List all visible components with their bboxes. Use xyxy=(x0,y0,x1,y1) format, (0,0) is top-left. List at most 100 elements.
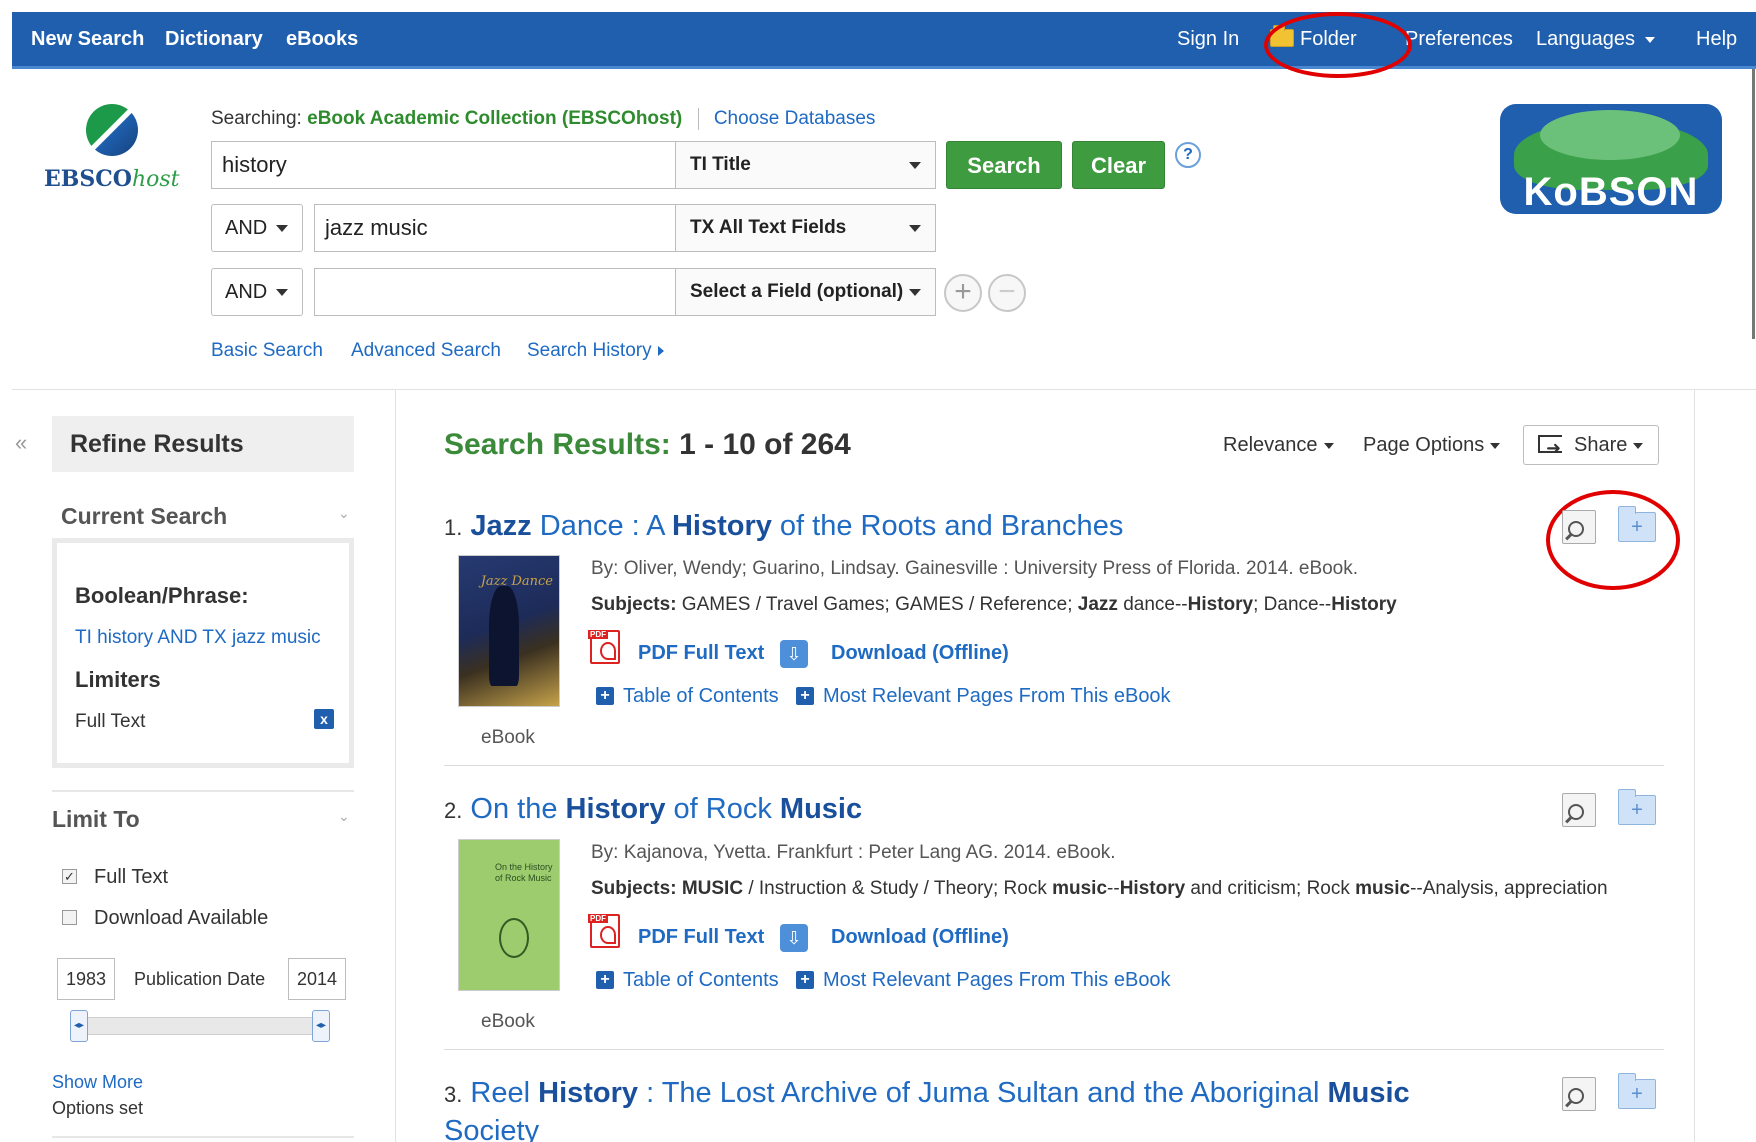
add-to-folder-icon[interactable]: + xyxy=(1618,506,1656,542)
expand-icon[interactable]: + xyxy=(596,687,614,705)
search-input-1[interactable]: history xyxy=(211,141,676,189)
field-select-3[interactable]: Select a Field (optional) xyxy=(675,268,936,316)
result-number: 3. xyxy=(444,1082,463,1107)
cover-figure xyxy=(499,918,529,958)
result-2-byline: By: Kajanova, Yvetta. Frankfurt : Peter … xyxy=(591,842,1116,863)
preview-icon[interactable] xyxy=(1562,510,1596,544)
chevron-down-icon xyxy=(1490,442,1501,449)
download-available-checkbox[interactable] xyxy=(62,910,77,925)
field-select-1-value: TI Title xyxy=(690,154,751,175)
help-icon[interactable]: ? xyxy=(1175,142,1201,168)
boolean-select-3-value: AND xyxy=(225,281,268,303)
result-divider xyxy=(444,1049,1664,1050)
field-select-2[interactable]: TX All Text Fields xyxy=(675,204,936,252)
remove-row-button[interactable]: − xyxy=(988,274,1026,312)
boolean-select-2-value: AND xyxy=(225,217,268,239)
result-2-relevant-pages-link[interactable]: Most Relevant Pages From This eBook xyxy=(823,969,1171,992)
search-button[interactable]: Search xyxy=(946,141,1062,189)
result-2-title[interactable]: 2. On the History of Rock Music xyxy=(444,791,862,829)
result-2-download-link[interactable]: Download (Offline) xyxy=(831,926,1009,949)
date-slider-track[interactable] xyxy=(72,1017,324,1035)
expand-icon[interactable]: + xyxy=(796,687,814,705)
title-text: Society xyxy=(444,1115,540,1142)
current-search-title[interactable]: Current Search xyxy=(61,503,227,530)
download-icon[interactable]: ⇩ xyxy=(780,924,808,952)
annotation-circle-folder xyxy=(1264,12,1412,78)
preview-icon[interactable] xyxy=(1562,1077,1596,1111)
result-1-title[interactable]: 1. Jazz Dance : A History of the Roots a… xyxy=(444,508,1123,546)
preferences-link[interactable]: Preferences xyxy=(1405,12,1513,66)
help-link[interactable]: Help xyxy=(1696,12,1737,66)
header-divider xyxy=(12,389,1756,390)
date-slider-handle-start[interactable]: ◂▸ xyxy=(70,1010,88,1042)
title-highlight: History xyxy=(538,1077,639,1109)
dictionary-link[interactable]: Dictionary xyxy=(165,12,263,66)
sign-in-link[interactable]: Sign In xyxy=(1177,12,1239,66)
search-history-label: Search History xyxy=(527,340,652,361)
result-divider xyxy=(444,765,1664,766)
new-search-link[interactable]: New Search xyxy=(31,12,144,66)
add-row-button[interactable]: + xyxy=(944,274,982,312)
result-1-download-link[interactable]: Download (Offline) xyxy=(831,642,1009,665)
download-icon[interactable]: ⇩ xyxy=(780,640,808,668)
subject-text: GAMES / Travel Games; GAMES / Reference; xyxy=(676,594,1078,615)
ebscohost-logo[interactable]: EBSCOhost xyxy=(44,104,184,204)
share-menu[interactable]: Share xyxy=(1523,425,1659,467)
database-name: eBook Academic Collection (EBSCOhost) xyxy=(307,108,683,130)
pdf-icon[interactable] xyxy=(588,630,620,664)
chevron-down-icon xyxy=(1644,36,1655,43)
full-text-checkbox[interactable]: ✓ xyxy=(62,869,77,884)
add-to-folder-icon[interactable]: + xyxy=(1618,789,1656,825)
advanced-search-link[interactable]: Advanced Search xyxy=(351,340,501,362)
title-highlight: Music xyxy=(1327,1077,1410,1109)
share-label: Share xyxy=(1574,434,1628,456)
chevron-down-icon xyxy=(1633,442,1644,449)
relevance-sort-menu[interactable]: Relevance xyxy=(1223,434,1334,457)
searching-label: Searching: xyxy=(211,108,302,130)
boolean-select-2[interactable]: AND xyxy=(211,204,303,252)
search-history-link[interactable]: Search History xyxy=(527,340,664,362)
languages-menu[interactable]: Languages xyxy=(1536,12,1655,66)
result-1-toc-link[interactable]: Table of Contents xyxy=(623,685,779,708)
result-2-pdf-link[interactable]: PDF Full Text xyxy=(638,926,764,949)
results-header: Search Results: 1 - 10 of 264 xyxy=(444,428,851,462)
chevron-down-icon[interactable]: ⌄ xyxy=(338,505,350,522)
current-query-link[interactable]: TI history AND TX jazz music xyxy=(75,627,321,649)
basic-search-link[interactable]: Basic Search xyxy=(211,340,323,362)
preview-icon[interactable] xyxy=(1562,793,1596,827)
search-input-2[interactable]: jazz music xyxy=(314,204,676,252)
show-more-link[interactable]: Show More xyxy=(52,1072,143,1093)
search-input-3[interactable] xyxy=(314,268,676,316)
choose-databases-link[interactable]: Choose Databases xyxy=(714,108,876,129)
pdf-icon[interactable] xyxy=(588,914,620,948)
ebooks-link[interactable]: eBooks xyxy=(286,12,358,66)
result-1-cover[interactable]: Jazz Dance xyxy=(458,555,560,707)
limit-to-title[interactable]: Limit To xyxy=(52,806,140,833)
limiters-label: Limiters xyxy=(75,667,161,692)
chevron-right-icon xyxy=(657,345,664,356)
subjects-label: Subjects: xyxy=(591,594,677,615)
title-text: : The Lost Archive of Juma Sultan and th… xyxy=(638,1077,1328,1109)
date-from-input[interactable]: 1983 xyxy=(57,958,115,1000)
date-slider-handle-end[interactable]: ◂▸ xyxy=(312,1010,330,1042)
date-to-input[interactable]: 2014 xyxy=(288,958,346,1000)
boolean-select-3[interactable]: AND xyxy=(211,268,303,316)
result-1-relevant-pages-link[interactable]: Most Relevant Pages From This eBook xyxy=(823,685,1171,708)
result-2-cover[interactable]: On the History of Rock Music xyxy=(458,839,560,991)
page-options-menu[interactable]: Page Options xyxy=(1363,434,1501,457)
title-highlight: Music xyxy=(779,793,863,825)
remove-limiter-icon[interactable]: x xyxy=(314,709,334,729)
full-text-label: Full Text xyxy=(94,866,169,888)
result-2-type: eBook xyxy=(481,1011,535,1032)
result-3-title[interactable]: 3. Reel History : The Lost Archive of Ju… xyxy=(444,1075,1410,1142)
field-select-1[interactable]: TI Title xyxy=(675,141,936,189)
result-1-pdf-link[interactable]: PDF Full Text xyxy=(638,642,764,665)
logo-main: EBSCO xyxy=(44,166,132,192)
expand-icon[interactable]: + xyxy=(596,971,614,989)
clear-button[interactable]: Clear xyxy=(1072,141,1165,189)
expand-icon[interactable]: + xyxy=(796,971,814,989)
chevron-down-icon[interactable]: ⌄ xyxy=(338,808,350,825)
add-to-folder-icon[interactable]: + xyxy=(1618,1073,1656,1109)
result-2-toc-link[interactable]: Table of Contents xyxy=(623,969,779,992)
collapse-sidebar-icon[interactable]: « xyxy=(15,430,27,456)
